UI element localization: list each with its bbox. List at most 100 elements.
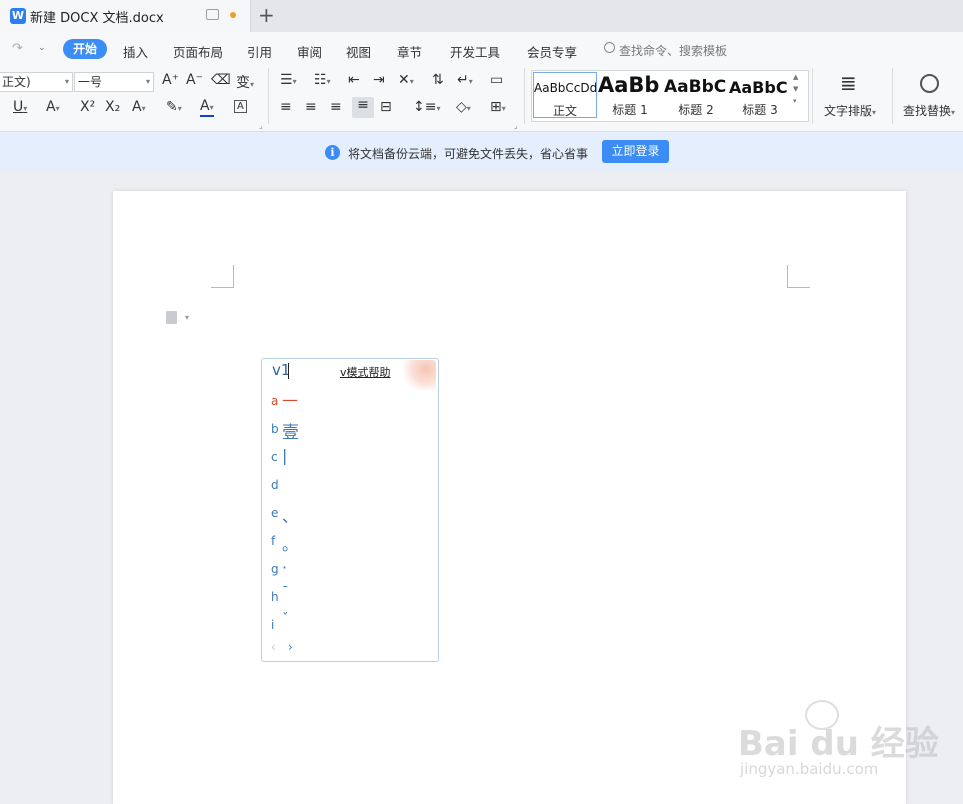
ime-candidate[interactable]: — <box>282 390 298 409</box>
login-button[interactable]: 立即登录 <box>602 140 669 163</box>
numbered-list-icon[interactable]: ☷▾ <box>314 72 331 88</box>
styles-scroll-icon[interactable]: ▲ ▼ ▾ <box>793 71 798 107</box>
phonetic-guide-icon[interactable]: 变▾ <box>236 72 254 92</box>
style-label: 标题 1 <box>612 103 648 117</box>
tab-developer[interactable]: 开发工具 <box>450 42 500 61</box>
ime-logo-icon <box>402 360 436 390</box>
divider <box>892 68 893 124</box>
redo-icon[interactable]: ↷ <box>12 41 23 56</box>
ime-candidate[interactable]: | <box>282 446 287 465</box>
paragraph-handle-icon[interactable] <box>166 311 177 324</box>
quick-access-dropdown-icon[interactable]: ⌄ <box>38 43 46 53</box>
ime-candidate-key[interactable]: a <box>271 394 278 408</box>
notice-text: 将文档备份云端，可避免文件丢失，省心省事 <box>348 147 589 161</box>
font-size-value: 一号 <box>78 75 103 89</box>
style-heading-2[interactable]: AaBbC 标题 2 <box>664 72 728 118</box>
font-color-icon[interactable]: A▾ <box>200 99 214 117</box>
style-normal[interactable]: AaBbCcDd 正文 <box>533 72 597 118</box>
ime-candidate-key[interactable]: f <box>271 534 275 548</box>
chinese-layout-icon[interactable]: ✕▾ <box>398 72 414 88</box>
ime-candidate-key[interactable]: d <box>271 478 279 492</box>
wps-logo-icon: W <box>10 8 26 24</box>
align-right-icon[interactable]: ≡ <box>330 99 342 115</box>
ime-next-page-icon[interactable]: › <box>288 640 293 654</box>
divider <box>268 68 269 124</box>
ime-candidate-key[interactable]: c <box>271 450 278 464</box>
style-heading-1[interactable]: AaBb 标题 1 <box>598 72 662 118</box>
justify-icon[interactable]: ≡ <box>352 97 374 118</box>
tab-insert[interactable]: 插入 <box>123 42 148 61</box>
v-mode-help-link[interactable]: v模式帮助 <box>340 364 391 380</box>
style-sample: AaBbCcDd <box>534 81 596 95</box>
search-icon <box>604 42 615 53</box>
underline-icon[interactable]: U▾ <box>13 99 27 115</box>
ruler-icon[interactable]: ▭ <box>490 72 503 88</box>
margin-corner-mark <box>787 265 810 288</box>
shrink-font-icon[interactable]: A⁻ <box>186 72 203 88</box>
line-spacing-icon[interactable]: ↕≡▾ <box>413 99 440 115</box>
ime-candidate[interactable]: · <box>282 558 287 577</box>
align-center-icon[interactable]: ≡ <box>305 99 317 115</box>
char-border-icon[interactable]: A <box>234 100 247 113</box>
increase-indent-icon[interactable]: ⇥ <box>373 72 385 88</box>
decrease-indent-icon[interactable]: ⇤ <box>348 72 360 88</box>
ime-candidate-key[interactable]: i <box>271 618 274 632</box>
strikethrough-icon[interactable]: A▾ <box>46 99 60 115</box>
find-replace-label: 查找替换 <box>903 104 952 118</box>
find-replace-icon[interactable] <box>920 74 939 93</box>
tab-review[interactable]: 审阅 <box>297 42 322 61</box>
ime-caret <box>288 363 289 379</box>
show-marks-icon[interactable]: ↵▾ <box>457 72 473 88</box>
ime-candidate-key[interactable]: h <box>271 590 279 604</box>
superscript-icon[interactable]: X² <box>80 99 95 115</box>
font-dialog-launcher-icon[interactable]: ⌟ <box>259 121 263 130</box>
tab-page-layout[interactable]: 页面布局 <box>173 42 223 61</box>
sort-icon[interactable]: ⇅ <box>432 72 444 88</box>
tab-chapter[interactable]: 章节 <box>397 42 422 61</box>
style-label: 正文 <box>552 104 577 118</box>
divider <box>524 68 525 124</box>
text-layout-label: 文字排版 <box>824 104 873 118</box>
bullet-list-icon[interactable]: ☰▾ <box>280 72 297 88</box>
tab-membership[interactable]: 会员专享 <box>527 42 577 61</box>
ime-candidate[interactable]: 壹 <box>282 418 299 443</box>
ime-candidate[interactable]: ˇ <box>282 612 289 627</box>
ime-candidate[interactable]: 。 <box>282 531 298 555</box>
subscript-icon[interactable]: X₂ <box>105 99 120 115</box>
find-replace-button[interactable]: 查找替换▾ <box>903 102 955 119</box>
ime-candidate-key[interactable]: b <box>271 422 279 436</box>
style-label: 标题 2 <box>678 103 714 117</box>
shading-icon[interactable]: ◇▾ <box>456 99 471 115</box>
style-heading-3[interactable]: AaBbC 标题 3 <box>729 72 791 118</box>
unsaved-dot-icon <box>230 12 236 18</box>
tab-references[interactable]: 引用 <box>247 42 272 61</box>
ime-candidate-key[interactable]: e <box>271 506 278 520</box>
watermark-url: jingyan.baidu.com <box>740 760 879 778</box>
text-effect-icon[interactable]: A▾ <box>132 99 146 115</box>
ime-candidate[interactable]: 、 <box>282 503 298 527</box>
font-name-value: 正文) <box>2 75 31 89</box>
ime-candidate-key[interactable]: g <box>271 562 279 576</box>
paragraph-dialog-launcher-icon[interactable]: ⌟ <box>514 121 518 130</box>
highlight-icon[interactable]: ✎▾ <box>166 99 182 115</box>
ime-candidate[interactable]: ˉ <box>282 585 289 600</box>
align-left-icon[interactable]: ≡ <box>280 99 292 115</box>
tab-view[interactable]: 视图 <box>346 42 371 61</box>
borders-icon[interactable]: ⊞▾ <box>490 99 506 115</box>
new-tab-button[interactable]: + <box>258 3 275 27</box>
window-pin-icon[interactable] <box>206 9 219 20</box>
style-label: 标题 3 <box>742 103 778 117</box>
info-icon: i <box>325 145 340 160</box>
ime-prev-page-icon[interactable]: ‹ <box>271 640 276 654</box>
paragraph-handle-dropdown-icon[interactable]: ▾ <box>185 313 189 322</box>
divider <box>812 68 813 124</box>
clear-format-icon[interactable]: ⌫ <box>211 72 231 88</box>
font-name-select[interactable]: 正文) ▾ <box>0 72 73 92</box>
grow-font-icon[interactable]: A⁺ <box>162 72 179 88</box>
text-layout-button[interactable]: 文字排版▾ <box>824 102 876 119</box>
font-size-select[interactable]: 一号 ▾ <box>74 72 154 92</box>
text-layout-icon[interactable]: ≣ <box>840 71 857 95</box>
tab-home[interactable]: 开始 <box>63 39 107 59</box>
command-search-input[interactable]: 查找命令、搜索模板 <box>619 42 727 59</box>
distributed-align-icon[interactable]: ⊟ <box>380 99 392 115</box>
